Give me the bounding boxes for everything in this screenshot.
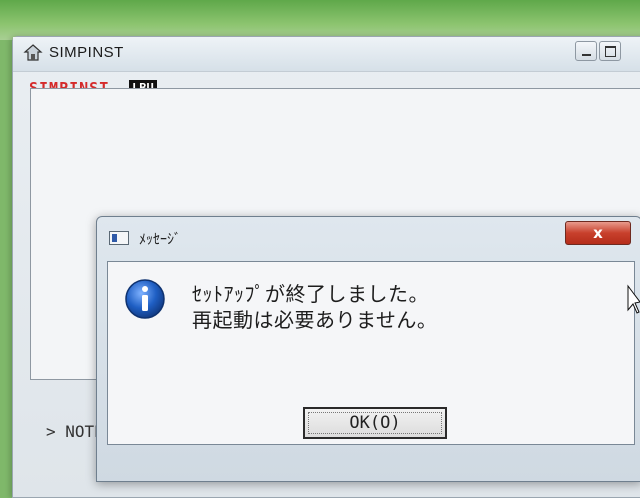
dialog-title: ﾒｯｾｰｼﾞ <box>139 232 181 248</box>
maximize-button[interactable] <box>599 41 621 61</box>
message-line-2: 再起動は必要ありません。 <box>192 308 438 332</box>
message-dialog: ﾒｯｾｰｼﾞ x ｾｯﾄｱｯﾌﾟが終了しました。 再起動は必要ありません。 OK… <box>96 216 640 482</box>
desktop-background <box>0 0 640 40</box>
window-title: SIMPINST <box>49 44 124 61</box>
ok-button[interactable]: OK(O) <box>303 407 447 439</box>
close-button[interactable]: x <box>565 221 631 245</box>
minimize-button[interactable] <box>575 41 597 61</box>
window-icon <box>109 231 129 245</box>
app-icon <box>23 44 43 61</box>
dialog-titlebar[interactable]: ﾒｯｾｰｼﾞ x <box>97 217 640 257</box>
mouse-cursor-icon <box>627 284 640 314</box>
close-icon: x <box>593 224 603 242</box>
information-icon <box>125 279 165 319</box>
main-titlebar[interactable]: SIMPINST <box>13 37 640 72</box>
message-line-1: ｾｯﾄｱｯﾌﾟが終了しました。 <box>192 282 429 306</box>
